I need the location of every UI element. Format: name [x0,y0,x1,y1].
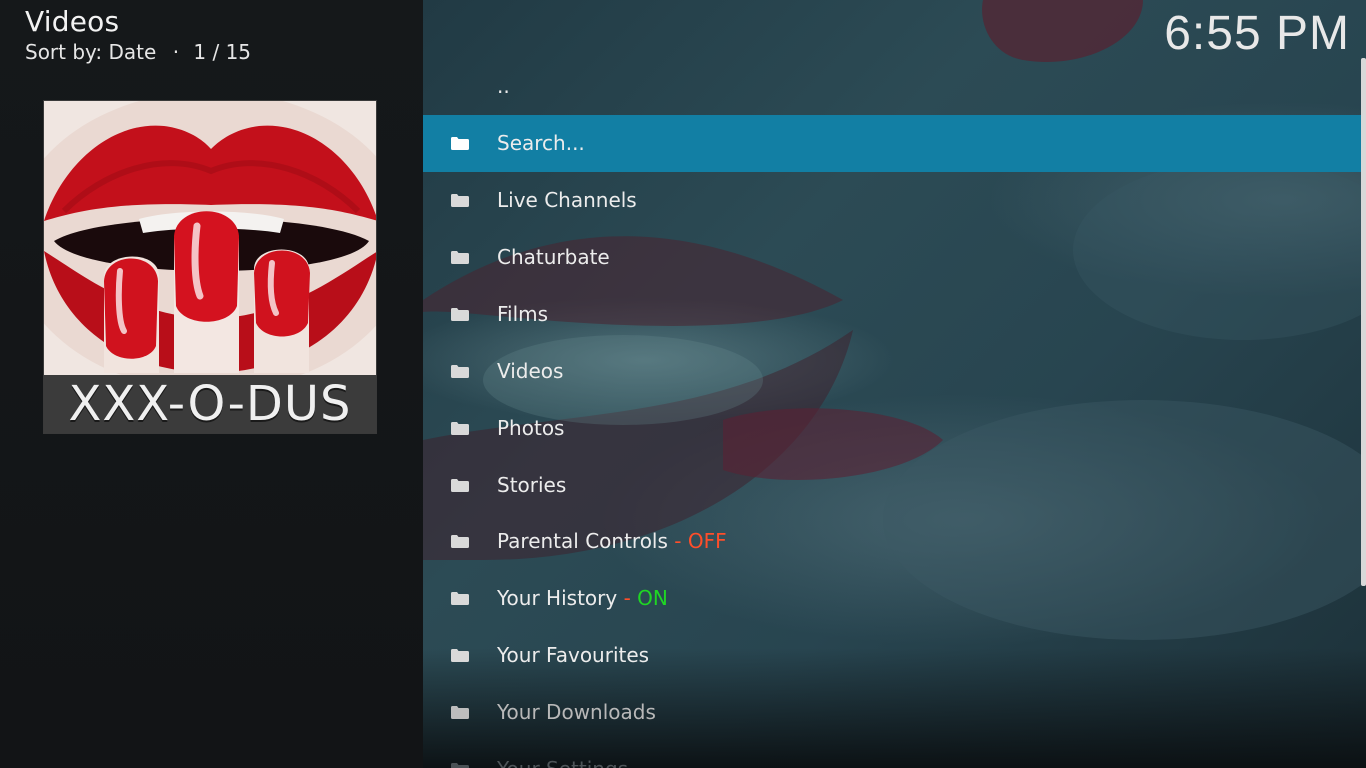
folder-icon [451,308,469,321]
list-item-label: Your Settings [497,741,628,768]
folder-icon [451,535,469,548]
list-item-label: Videos [497,359,564,383]
parent-folder-label: .. [497,74,510,98]
list-item-label: Films [497,302,549,326]
status-separator: - [674,529,682,553]
status-value-off: OFF [687,529,727,553]
list-item-text: Parental Controls [497,529,668,553]
kodi-window: Videos Sort by: Date · 1 / 15 XXX-O-DUS … [0,0,1366,768]
list-item-label: Parental Controls - OFF [497,513,727,570]
list-item-your-history[interactable]: Your History - ON [423,570,1361,627]
sort-separator: · [172,40,180,64]
list-item-your-favourites[interactable]: Your Favourites [423,627,1361,684]
list-item-videos[interactable]: Videos [423,343,1361,400]
list-item-photos[interactable]: Photos [423,400,1361,457]
addon-thumbnail: XXX-O-DUS [43,100,377,434]
folder-icon [451,137,469,150]
window-title: Videos [25,5,120,38]
list-item-your-downloads[interactable]: Your Downloads [423,684,1361,741]
list-item-live-channels[interactable]: Live Channels [423,172,1361,229]
list-item-label: Your History - ON [497,570,668,627]
folder-icon [451,479,469,492]
folder-icon [451,763,469,768]
list-item-chaturbate[interactable]: Chaturbate [423,229,1361,286]
list-item-search[interactable]: Search... [423,115,1361,172]
item-position: 1 / 15 [193,40,252,64]
list-item-text: Your History [497,586,618,610]
list-item-stories[interactable]: Stories [423,457,1361,514]
parent-folder-item[interactable]: .. [423,58,1361,115]
list-item-parental-controls[interactable]: Parental Controls - OFF [423,513,1361,570]
list-item-your-settings[interactable]: Your Settings [423,741,1361,768]
list-item-label: Chaturbate [497,245,610,269]
info-panel: Videos Sort by: Date · 1 / 15 XXX-O-DUS [0,0,423,768]
folder-icon [451,592,469,605]
list-item-label: Your Favourites [497,643,650,667]
sort-info: Sort by: Date · 1 / 15 [25,40,251,64]
thumbnail-caption: XXX-O-DUS [44,375,376,433]
status-separator: - [623,586,631,610]
folder-icon [451,365,469,378]
folder-icon [451,194,469,207]
sort-label[interactable]: Sort by: Date [25,40,156,64]
folder-icon [451,251,469,264]
list-item-label: Photos [497,416,565,440]
file-list[interactable]: .. Search... Live Channels Chaturbate Fi… [423,58,1361,768]
folder-icon [451,649,469,662]
list-item-label: Your Downloads [497,700,656,724]
list-item-films[interactable]: Films [423,286,1361,343]
list-item-label: Live Channels [497,188,637,212]
list-item-label: Stories [497,473,567,497]
status-value-on: ON [637,586,668,610]
folder-icon [451,706,469,719]
clock: 6:55 PM [1164,7,1350,60]
folder-icon [451,422,469,435]
list-scrollbar[interactable] [1361,58,1366,586]
list-item-label: Search... [497,131,585,155]
